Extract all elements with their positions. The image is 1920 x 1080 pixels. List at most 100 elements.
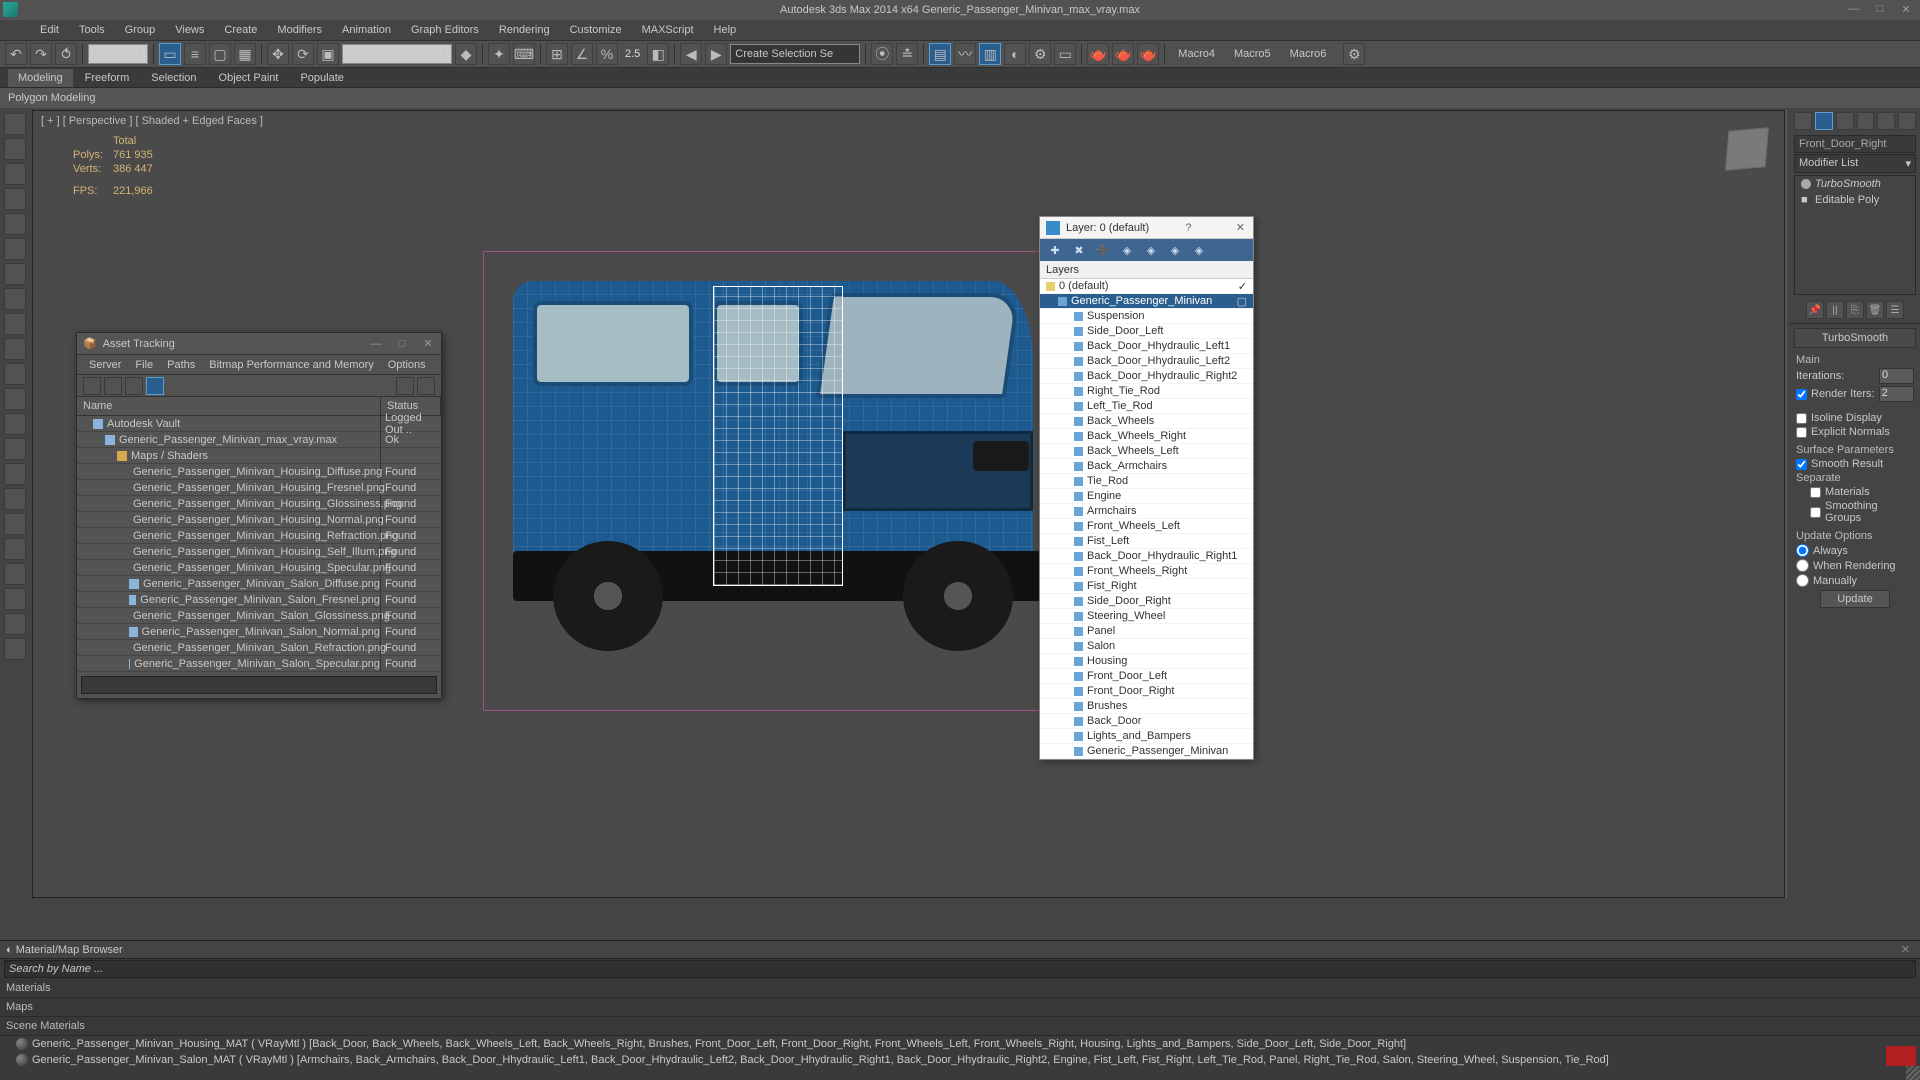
asset-menu-server[interactable]: Server [83,359,127,371]
left-tool-2[interactable] [4,163,26,185]
rotate-button[interactable]: ⟳ [292,43,314,65]
selection-filter-dropdown[interactable]: All▾ [88,44,148,64]
macro-gear-button[interactable]: ⚙ [1343,43,1365,65]
menu-rendering[interactable]: Rendering [491,22,558,38]
percent-snap-button[interactable]: % [596,43,618,65]
menu-group[interactable]: Group [117,22,164,38]
layer-item[interactable]: Side_Door_Right [1040,594,1253,609]
layer-item[interactable]: Panel [1040,624,1253,639]
asset-menu-paths[interactable]: Paths [161,359,201,371]
asset-row[interactable]: Generic_Passenger_Minivan_Housing_Normal… [77,512,441,528]
asset-menu-bitmap-performance-and-memory[interactable]: Bitmap Performance and Memory [203,359,379,371]
layer-item[interactable]: Lights_and_Bampers [1040,729,1253,744]
minimize-button[interactable]: — [1842,0,1866,18]
left-tool-0[interactable] [4,113,26,135]
layer-item[interactable]: Back_Wheels_Right [1040,429,1253,444]
layer-item[interactable]: Side_Door_Left [1040,324,1253,339]
menu-graph-editors[interactable]: Graph Editors [403,22,487,38]
angle-snap-button[interactable]: ∠ [571,43,593,65]
manipulate-button[interactable]: ✦ [488,43,510,65]
left-tool-4[interactable] [4,213,26,235]
layer-item[interactable]: Armchairs [1040,504,1253,519]
viewport-divider[interactable] [1785,110,1787,898]
create-tab[interactable] [1794,112,1812,130]
update-rendering-radio[interactable] [1796,559,1809,572]
layers-button[interactable]: ▤ [929,43,951,65]
render-setup-button[interactable]: ⚙ [1029,43,1051,65]
left-tool-14[interactable] [4,463,26,485]
rollout-turbosmooth-title[interactable]: TurboSmooth [1794,328,1916,348]
utilities-tab[interactable] [1898,112,1916,130]
modifier-turbosmooth[interactable]: TurboSmooth [1795,176,1915,192]
menu-tools[interactable]: Tools [71,22,113,38]
layer-item[interactable]: Back_Door [1040,714,1253,729]
material-browser-close-button[interactable]: ✕ [1891,943,1920,956]
keyboard-shortcut-button[interactable]: ⌨ [513,43,535,65]
layer-item[interactable]: Back_Door_Hhydraulic_Right1 [1040,549,1253,564]
left-tool-10[interactable] [4,363,26,385]
ribbon-tab-populate[interactable]: Populate [290,69,353,87]
asset-row[interactable]: Generic_Passenger_Minivan_Salon_Specular… [77,656,441,672]
layer-item[interactable]: Back_Door_Hhydraulic_Left2 [1040,354,1253,369]
layer-item[interactable]: Front_Wheels_Right [1040,564,1253,579]
named-selection-dropdown[interactable]: Create Selection Se [730,44,860,64]
render-teapot-button[interactable]: 🫖 [1087,43,1109,65]
modify-tab[interactable] [1815,112,1833,130]
layer-item[interactable]: Back_Door_Hhydraulic_Left1 [1040,339,1253,354]
macro-4[interactable]: Macro4 [1170,48,1223,60]
asset-tb1[interactable] [83,377,101,395]
select-name-button[interactable]: ≡ [184,43,206,65]
asset-row[interactable]: Generic_Passenger_Minivan_Salon_Fresnel.… [77,592,441,608]
layer-item[interactable]: Back_Wheels_Left [1040,444,1253,459]
asset-row[interactable]: Generic_Passenger_Minivan_Housing_Glossi… [77,496,441,512]
layer-item[interactable]: Engine [1040,489,1253,504]
layers-select-button[interactable]: ◈ [1118,241,1136,259]
layer-item[interactable]: Front_Wheels_Left [1040,519,1253,534]
layer-item[interactable]: Left_Tie_Rod [1040,399,1253,414]
asset-tb2[interactable] [104,377,122,395]
align-button[interactable]: ≛ [896,43,918,65]
layer-item[interactable]: Tie_Rod [1040,474,1253,489]
spinner-snap-button[interactable]: ◧ [647,43,669,65]
modifier-stack[interactable]: TurboSmooth ■Editable Poly [1794,175,1916,295]
material-search-input[interactable]: Search by Name ... [4,960,1916,978]
render-prod-button[interactable]: 🫖 [1112,43,1134,65]
layers-add-sel-button[interactable]: ➕ [1094,241,1112,259]
maximize-button[interactable]: □ [1868,0,1892,18]
asset-row[interactable]: Generic_Passenger_Minivan_Salon_Diffuse.… [77,576,441,592]
rendered-frame-button[interactable]: ▭ [1054,43,1076,65]
left-tool-9[interactable] [4,338,26,360]
ribbon-tab-selection[interactable]: Selection [141,69,206,87]
asset-row[interactable]: Generic_Passenger_Minivan_Salon_Refracti… [77,640,441,656]
render-iters-checkbox[interactable] [1796,389,1807,400]
left-tool-17[interactable] [4,538,26,560]
left-tool-1[interactable] [4,138,26,160]
schematic-view-button[interactable]: ▥ [979,43,1001,65]
configure-sets-button[interactable]: ☰ [1886,301,1904,319]
asset-row[interactable]: Maps / Shaders [77,448,441,464]
scene-material-item-1[interactable]: Generic_Passenger_Minivan_Housing_MAT ( … [0,1036,1920,1052]
layers-title-bar[interactable]: Layer: 0 (default) ? ✕ [1040,217,1253,239]
smooth-result-checkbox[interactable] [1796,459,1807,470]
left-tool-6[interactable] [4,263,26,285]
layers-new-button[interactable]: ✚ [1046,241,1064,259]
asset-row[interactable]: Generic_Passenger_Minivan_max_vray.maxOk [77,432,441,448]
menu-edit[interactable]: Edit [32,22,67,38]
left-tool-21[interactable] [4,638,26,660]
asset-refresh-button[interactable] [417,377,435,395]
update-button[interactable]: Update [1820,590,1890,608]
redo-button[interactable]: ↷ [30,43,52,65]
layer-item[interactable]: Front_Door_Left [1040,669,1253,684]
material-editor-button[interactable]: ◐ [1004,43,1026,65]
pin-stack-button[interactable]: 📌 [1806,301,1824,319]
object-name-field[interactable]: Front_Door_Right [1794,135,1916,153]
layers-help-button[interactable]: ? [1179,222,1197,234]
undo-button[interactable]: ↶ [5,43,27,65]
menu-modifiers[interactable]: Modifiers [269,22,330,38]
material-section-maps[interactable]: Maps [0,998,1920,1017]
left-tool-15[interactable] [4,488,26,510]
layer-item[interactable]: Right_Tie_Rod [1040,384,1253,399]
menu-create[interactable]: Create [216,22,265,38]
layer-item[interactable]: Fist_Left [1040,534,1253,549]
render-iter-button[interactable]: 🫖 [1137,43,1159,65]
